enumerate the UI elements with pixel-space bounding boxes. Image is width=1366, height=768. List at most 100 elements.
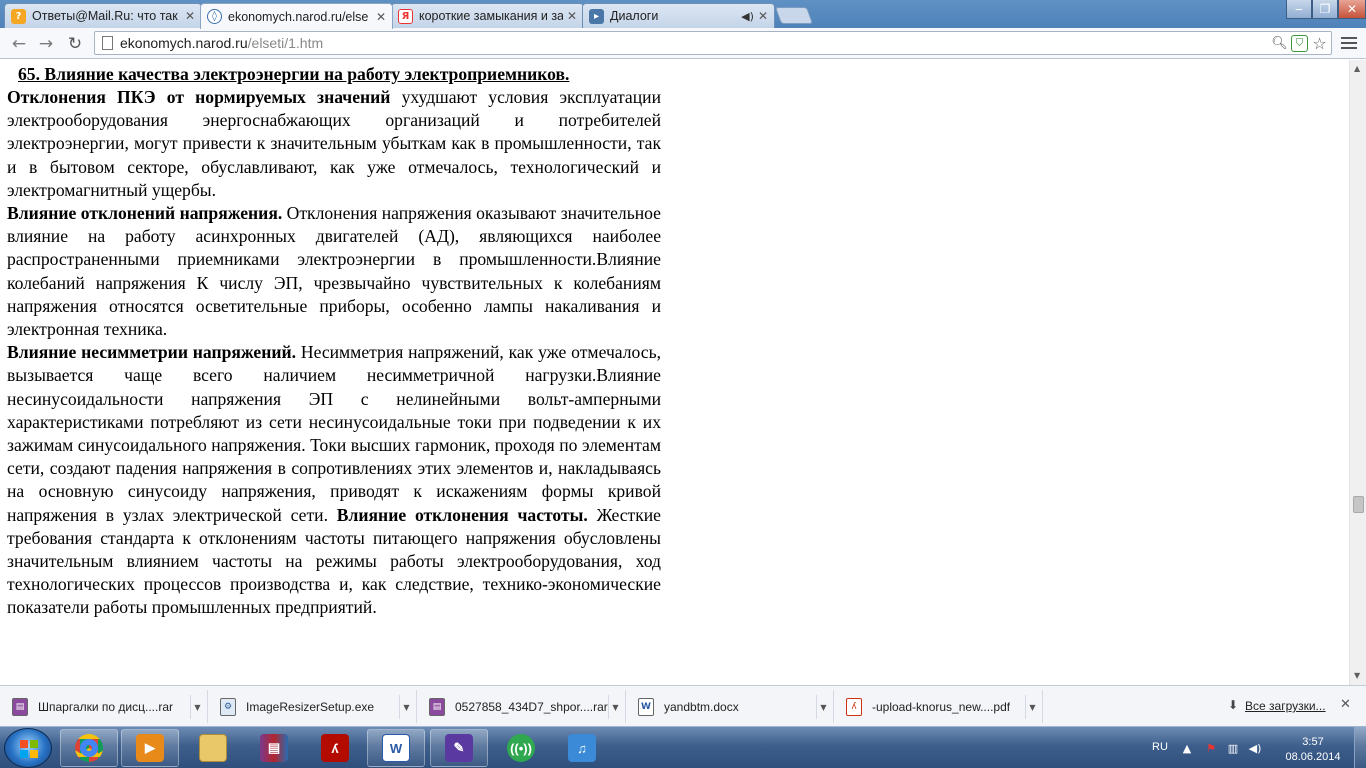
tab-title: короткие замыкания и за xyxy=(419,9,563,23)
download-name: ImageResizerSetup.exe xyxy=(246,699,375,714)
paragraph-lead: Влияние отклонения частоты. xyxy=(327,504,588,525)
download-menu-icon[interactable]: ▼ xyxy=(816,695,830,719)
show-desktop-button[interactable] xyxy=(1354,727,1366,768)
download-menu-icon[interactable]: ▼ xyxy=(608,695,622,719)
taskbar-media-player[interactable]: ▶ xyxy=(121,729,179,767)
paragraph-deviations: Отклонения ПКЭ от нормируемых значений у… xyxy=(7,86,661,202)
download-menu-icon[interactable]: ▼ xyxy=(190,695,204,719)
reload-button[interactable]: ↻ xyxy=(63,32,87,56)
back-arrow-icon: ← xyxy=(11,34,27,54)
scroll-thumb[interactable] xyxy=(1353,496,1364,513)
language-indicator[interactable]: RU xyxy=(1152,741,1168,753)
download-menu-icon[interactable]: ▼ xyxy=(399,695,413,719)
pen-tool-icon: ✎ xyxy=(445,734,473,762)
tab-mail-answers[interactable]: ? Ответы@Mail.Ru: что так ✕ xyxy=(4,3,202,28)
downloads-shelf: ▤ Шпаргалки по дисц....rar ▼ ⚙ ImageResi… xyxy=(0,685,1366,726)
download-item[interactable]: ʎ -upload-knorus_new....pdf ▼ xyxy=(834,690,1043,723)
chrome-menu-button[interactable] xyxy=(1340,34,1358,52)
music-app-icon: ♫ xyxy=(568,734,596,762)
url-text[interactable]: ekonomych.narod.ru/elseti/1.htm xyxy=(120,35,323,51)
page-icon xyxy=(102,36,113,50)
scroll-down-icon[interactable]: ▼ xyxy=(1354,671,1360,680)
close-tab-icon[interactable]: ✕ xyxy=(758,9,768,23)
paragraph-voltage-deviation: Влияние отклонений напряжения. Отклонени… xyxy=(7,202,661,341)
download-menu-icon[interactable]: ▼ xyxy=(1025,695,1039,719)
download-name: Шпаргалки по дисц....rar xyxy=(38,699,174,714)
download-name: -upload-knorus_new....pdf xyxy=(872,699,1011,714)
download-item[interactable]: ⚙ ImageResizerSetup.exe ▼ xyxy=(208,690,417,723)
start-button[interactable] xyxy=(4,728,52,768)
browser-tab-strip: ? Ответы@Mail.Ru: что так ✕ ◊ ekonomych.… xyxy=(0,0,1366,29)
speaker-icon: ◀) xyxy=(741,9,754,23)
taskbar-music-app[interactable]: ♫ xyxy=(553,729,611,767)
yandex-icon: Я xyxy=(398,8,413,24)
close-window-button[interactable]: ✕ xyxy=(1338,0,1366,19)
all-downloads-link[interactable]: Все загрузки... xyxy=(1245,699,1326,713)
paragraph-body: Несимметрия напряжений, как уже отмечало… xyxy=(7,342,661,525)
reload-icon: ↻ xyxy=(67,34,83,54)
taskbar-explorer[interactable] xyxy=(184,729,242,767)
system-clock[interactable]: 3:57 08.06.2014 xyxy=(1278,735,1348,765)
paragraph-lead: Влияние несимметрии напряжений. xyxy=(7,342,297,363)
bookmark-star-icon[interactable]: ☆ xyxy=(1311,34,1328,53)
vertical-scrollbar[interactable]: ▲ ▼ xyxy=(1349,60,1366,685)
tab-title: Ответы@Mail.Ru: что так xyxy=(32,9,178,23)
word-icon: W xyxy=(382,734,410,762)
close-tab-icon[interactable]: ✕ xyxy=(567,9,577,23)
word-document-icon: W xyxy=(638,697,654,716)
pdf-icon: ʎ xyxy=(846,697,862,716)
tab-ekonomych[interactable]: ◊ ekonomych.narod.ru/else ✕ xyxy=(200,3,393,29)
download-item[interactable]: ▤ Шпаргалки по дисц....rar ▼ xyxy=(0,690,208,723)
scroll-up-icon[interactable]: ▲ xyxy=(1354,64,1360,73)
winrar-archive-icon: ▤ xyxy=(429,697,445,716)
winrar-archive-icon: ▤ xyxy=(12,697,28,716)
new-tab-button[interactable] xyxy=(774,7,814,24)
clock-time: 3:57 xyxy=(1302,736,1324,748)
forward-arrow-icon: → xyxy=(38,34,54,54)
explorer-icon xyxy=(199,734,227,762)
tab-title: ekonomych.narod.ru/else xyxy=(228,9,369,24)
windows-taskbar: ▶ ▤ ʎ W ✎ ((•)) ♫ RU ▲ ⚑ ▥ ◀) 3:57 08.06… xyxy=(0,726,1366,768)
url-host: ekonomych.narod.ru xyxy=(120,35,248,51)
clock-date: 08.06.2014 xyxy=(1285,751,1341,763)
tray-expand-icon[interactable]: ▲ xyxy=(1180,741,1194,755)
network-icon[interactable]: ▥ xyxy=(1226,741,1240,755)
paragraph-body: Отклонения напряжения оказывают значител… xyxy=(7,203,661,340)
taskbar-winrar[interactable]: ▤ xyxy=(245,729,303,767)
narod-icon: ◊ xyxy=(207,9,222,24)
address-bar[interactable]: ekonomych.narod.ru/elseti/1.htm 🔍︎ ⛉ ☆ xyxy=(94,31,1332,55)
action-center-icon[interactable]: ⚑ xyxy=(1204,741,1218,755)
zoom-icon[interactable]: 🔍︎ xyxy=(1271,35,1288,52)
close-shelf-icon[interactable]: ✕ xyxy=(1340,697,1351,712)
taskbar-chrome[interactable] xyxy=(60,729,118,767)
download-arrow-icon: ⬇ xyxy=(1228,698,1239,712)
paragraph-lead: Отклонения ПКЭ от нормируемых значений xyxy=(7,87,391,107)
chrome-icon xyxy=(75,734,103,762)
network-app-icon: ((•)) xyxy=(507,734,535,762)
volume-icon[interactable]: ◀) xyxy=(1248,741,1262,755)
back-button[interactable]: ← xyxy=(7,32,31,56)
minimize-button[interactable]: ‒ xyxy=(1286,0,1312,19)
paragraph-lead: Влияние отклонений напряжения. xyxy=(7,203,283,224)
taskbar-network-app[interactable]: ((•)) xyxy=(492,729,550,767)
tab-yandex-search[interactable]: Я короткие замыкания и за ✕ xyxy=(391,3,584,28)
download-item[interactable]: W yandbtm.docx ▼ xyxy=(626,690,834,723)
extension-shield-icon[interactable]: ⛉ xyxy=(1291,35,1308,52)
forward-button[interactable]: → xyxy=(34,32,58,56)
page-viewport: 65. Влияние качества электроэнергии на р… xyxy=(0,60,1349,685)
download-name: yandbtm.docx xyxy=(664,699,739,714)
winrar-icon: ▤ xyxy=(260,734,288,762)
taskbar-acrobat[interactable]: ʎ xyxy=(306,729,364,767)
maximize-button[interactable]: ❐ xyxy=(1312,0,1338,19)
download-item[interactable]: ▤ 0527858_434D7_shpor....rar ▼ xyxy=(417,690,626,723)
tab-dialogs[interactable]: ▸ Диалоги ◀) ✕ xyxy=(582,3,775,28)
close-tab-icon[interactable]: ✕ xyxy=(376,10,386,24)
article-heading: 65. Влияние качества электроэнергии на р… xyxy=(18,64,570,84)
taskbar-pen-tool[interactable]: ✎ xyxy=(430,729,488,767)
taskbar-word[interactable]: W xyxy=(367,729,425,767)
close-tab-icon[interactable]: ✕ xyxy=(185,9,195,23)
article: 65. Влияние качества электроэнергии на р… xyxy=(7,63,661,620)
download-name: 0527858_434D7_shpor....rar xyxy=(455,699,608,714)
browser-toolbar: ← → ↻ ekonomych.narod.ru/elseti/1.htm 🔍︎… xyxy=(0,28,1366,59)
paragraph-asymmetry: Влияние несимметрии напряжений. Несиммет… xyxy=(7,341,661,619)
